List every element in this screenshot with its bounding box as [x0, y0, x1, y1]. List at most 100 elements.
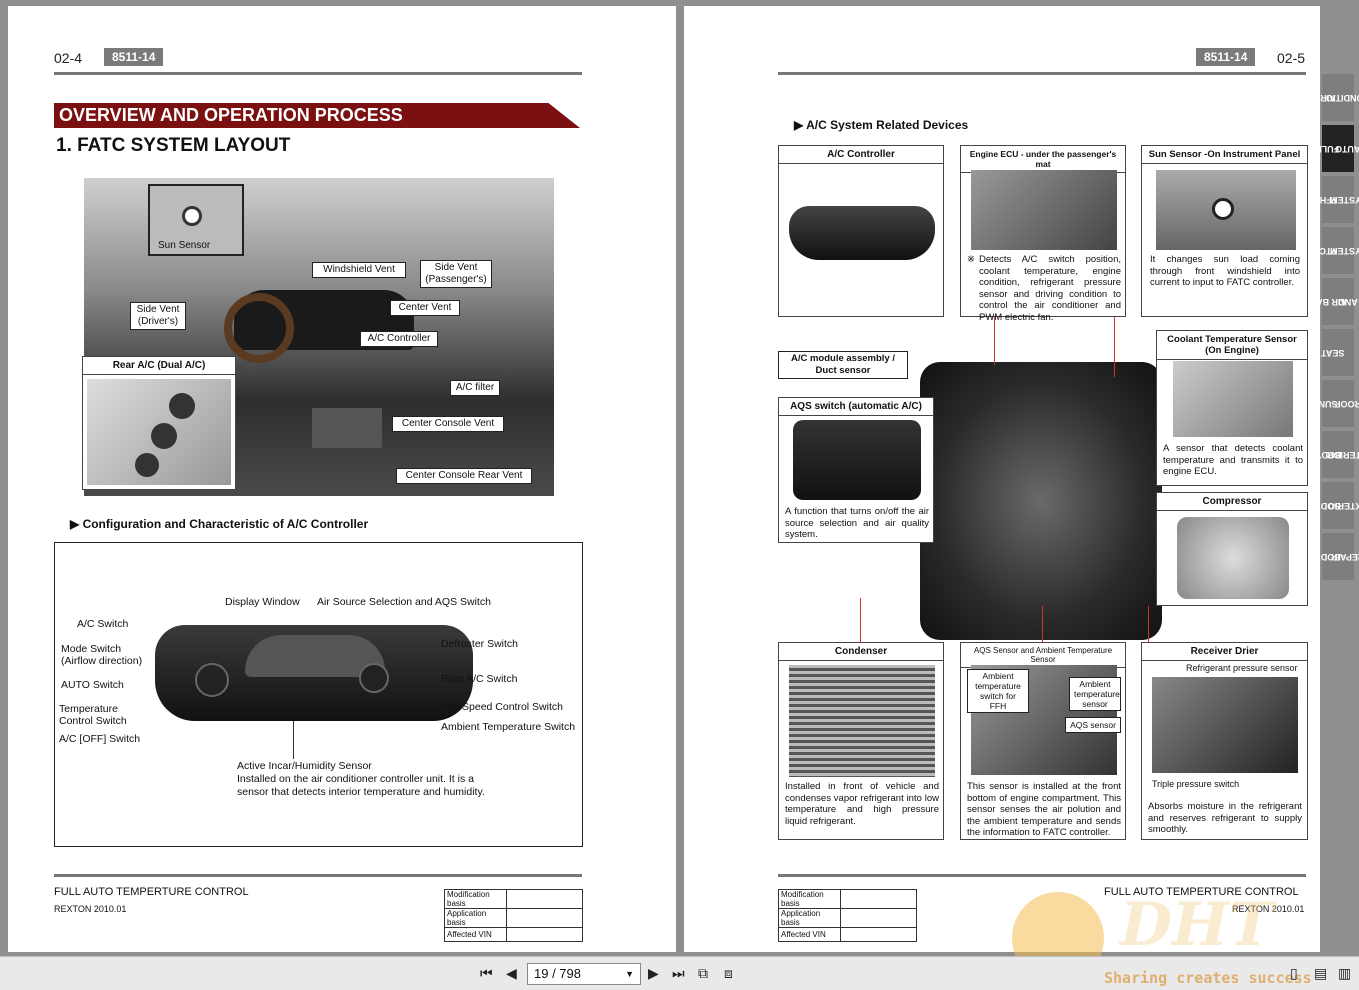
facing-view-icon[interactable]: ▥	[1338, 965, 1351, 982]
console-shape	[312, 408, 382, 448]
receiver-drier-box: Receiver Drier Refrigerant pressure sens…	[1141, 642, 1308, 840]
footer-cell: Application basis	[778, 908, 841, 928]
box-title: Coolant Temperature Sensor (On Engine)	[1157, 331, 1307, 360]
center-vent-callout: Center Vent	[390, 300, 460, 316]
tab-line: SYSTEM	[1329, 245, 1359, 256]
rear-ac-inset: Rear A/C (Dual A/C)	[82, 356, 236, 490]
vent-icon	[169, 393, 195, 419]
callout-line-1: Side Vent	[434, 262, 478, 273]
tab-air-bag[interactable]: AIR BAG AND	[1309, 278, 1358, 325]
callout-line-3: sensor	[1082, 699, 1108, 709]
aqs-sensor-box: AQS Sensor and Ambient Temperature Senso…	[960, 642, 1126, 840]
next-page-icon[interactable]: ▶	[648, 965, 659, 982]
rear-ac-title: Rear A/C (Dual A/C)	[83, 357, 235, 375]
tab-ptc-system[interactable]: PTCSYSTEM	[1319, 227, 1359, 274]
config-heading: ▶ Configuration and Characteristic of A/…	[70, 517, 369, 531]
leader-line	[293, 721, 294, 759]
rear-ac-label: Rear A/C Switch	[441, 673, 518, 685]
defroster-label: Defroster Switch	[441, 638, 519, 650]
temp-label: Temperature	[59, 703, 118, 715]
callout-line-2: (Driver's)	[137, 316, 179, 327]
controller-diagram: Display Window Air Source Selection and …	[54, 542, 583, 847]
page-number: 02-4	[54, 50, 83, 66]
config-heading-text: Configuration and Characteristic of A/C …	[82, 517, 369, 531]
left-page: 02-4 8511-14 OVERVIEW AND OPERATION PROC…	[8, 6, 676, 952]
side-vent-passenger-callout: Side Vent (Passenger's)	[420, 260, 492, 288]
header-rule	[778, 72, 1306, 75]
single-page-view-icon[interactable]: ▯	[1290, 965, 1298, 982]
tab-body-exterior[interactable]: BODYEXTERIO	[1315, 482, 1359, 529]
controller-image	[789, 206, 935, 260]
condenser-box: Condenser Installed in front of vehicle …	[778, 642, 944, 840]
incar-desc-1: Installed on the air conditioner control…	[237, 773, 474, 785]
first-page-icon[interactable]: ⏮	[480, 965, 493, 982]
box-title: Receiver Drier	[1142, 643, 1307, 661]
callout-line-2: Duct sensor	[815, 365, 871, 376]
tab-line: AUTO	[1335, 143, 1359, 154]
header-rule	[54, 72, 582, 75]
aqs-switch-photo	[793, 420, 921, 500]
callout-line-1: Ambient	[982, 671, 1014, 681]
callout-line-2: temperature	[1074, 689, 1120, 699]
tab-sun-roof[interactable]: SUN ROOF	[1319, 380, 1359, 427]
tab-full-auto[interactable]: FULL AUTO	[1317, 125, 1359, 172]
engine-ecu-box: Engine ECU - under the passenger's mat ※…	[960, 145, 1126, 323]
receiver-photo	[1152, 677, 1298, 773]
callout-line-3: switch for FFH	[980, 691, 1016, 711]
tab-seat[interactable]: SEAT	[1321, 329, 1354, 376]
sun-sensor-label: Sun Sensor	[158, 240, 211, 251]
continuous-view-icon[interactable]: ▤	[1314, 965, 1327, 982]
fan-speed-label: Fan Speed Control Switch	[441, 701, 563, 713]
prev-page-icon[interactable]: ◀	[506, 965, 517, 982]
chapter-tabs: AIRCONDITIO FULLAUTO FFHSYSTEM PTCSYSTEM…	[1309, 74, 1359, 584]
tab-ffh-system[interactable]: FFHSYSTEM	[1319, 176, 1359, 223]
box-desc: Absorbs moisture in the refrigerant and …	[1148, 801, 1302, 835]
ac-filter-callout: A/C filter	[450, 380, 500, 396]
two-page-icon[interactable]: ⧈	[724, 965, 733, 982]
box-title: Condenser	[779, 643, 943, 661]
air-source-label: Air Source Selection and AQS Switch	[317, 596, 491, 608]
doc-code: 8511-14	[104, 48, 164, 66]
tab-line: CONDITIO	[1326, 92, 1359, 103]
last-page-icon[interactable]: ⏭	[672, 965, 685, 982]
box-title: A/C Controller	[779, 146, 943, 164]
ac-off-label: A/C [OFF] Switch	[59, 733, 141, 745]
title-line-1: Coolant Temperature Sensor	[1167, 334, 1297, 345]
mode-switch-sublabel: (Airflow direction)	[61, 655, 143, 667]
footer-cell: Application basis	[444, 908, 507, 928]
temp-sublabel: Control Switch	[59, 715, 127, 727]
leader-line	[1042, 606, 1043, 642]
box-desc: Detects A/C switch position, coolant tem…	[979, 254, 1121, 323]
ambient-sensor-callout: Ambient temperature sensor	[1069, 677, 1121, 711]
footer-cell: Modification basis	[444, 889, 507, 909]
fan-knob-icon	[359, 663, 389, 693]
side-vent-driver-callout: Side Vent (Driver's)	[130, 302, 186, 330]
leader-line	[1148, 606, 1149, 642]
refrig-pressure-label: Refrigerant pressure sensor	[1186, 663, 1298, 673]
tab-body-repair[interactable]: BODYREPAIR	[1315, 533, 1359, 580]
tab-line: REPAIR	[1331, 551, 1359, 562]
page-selector[interactable]: 19 / 798 ▼	[527, 963, 641, 985]
footer-cell: Modification basis	[778, 889, 841, 909]
sun-sensor-icon	[1212, 198, 1234, 220]
page-indicator: 19 / 798	[534, 966, 581, 981]
devices-heading: ▶ A/C System Related Devices	[794, 118, 969, 132]
sun-sensor-box: Sun Sensor -On Instrument Panel It chang…	[1141, 145, 1308, 317]
title-line-2: (On Engine)	[1205, 345, 1259, 356]
condenser-photo	[789, 665, 935, 777]
fit-page-icon[interactable]: ⧉	[698, 965, 708, 982]
box-title: Sun Sensor -On Instrument Panel	[1142, 146, 1307, 164]
sun-sensor-inset: Sun Sensor	[148, 184, 244, 256]
tab-body-interior[interactable]: BODYINTERIOR	[1315, 431, 1359, 478]
chevron-down-icon: ▼	[625, 969, 634, 979]
tab-air-conditioning[interactable]: AIRCONDITIO	[1320, 74, 1359, 121]
leader-line	[994, 317, 995, 365]
ac-module-callout: A/C module assembly / Duct sensor	[778, 351, 908, 379]
tab-line: SYSTEM	[1329, 194, 1359, 205]
callout-line-2: temperature	[975, 681, 1021, 691]
windshield-vent-callout: Windshield Vent	[312, 262, 406, 278]
aqs-switch-box: AQS switch (automatic A/C) A function th…	[778, 397, 934, 543]
ambient-ffh-callout: Ambient temperature switch for FFH	[967, 669, 1029, 713]
coolant-photo	[1173, 361, 1293, 437]
footer-rule	[778, 874, 1306, 877]
